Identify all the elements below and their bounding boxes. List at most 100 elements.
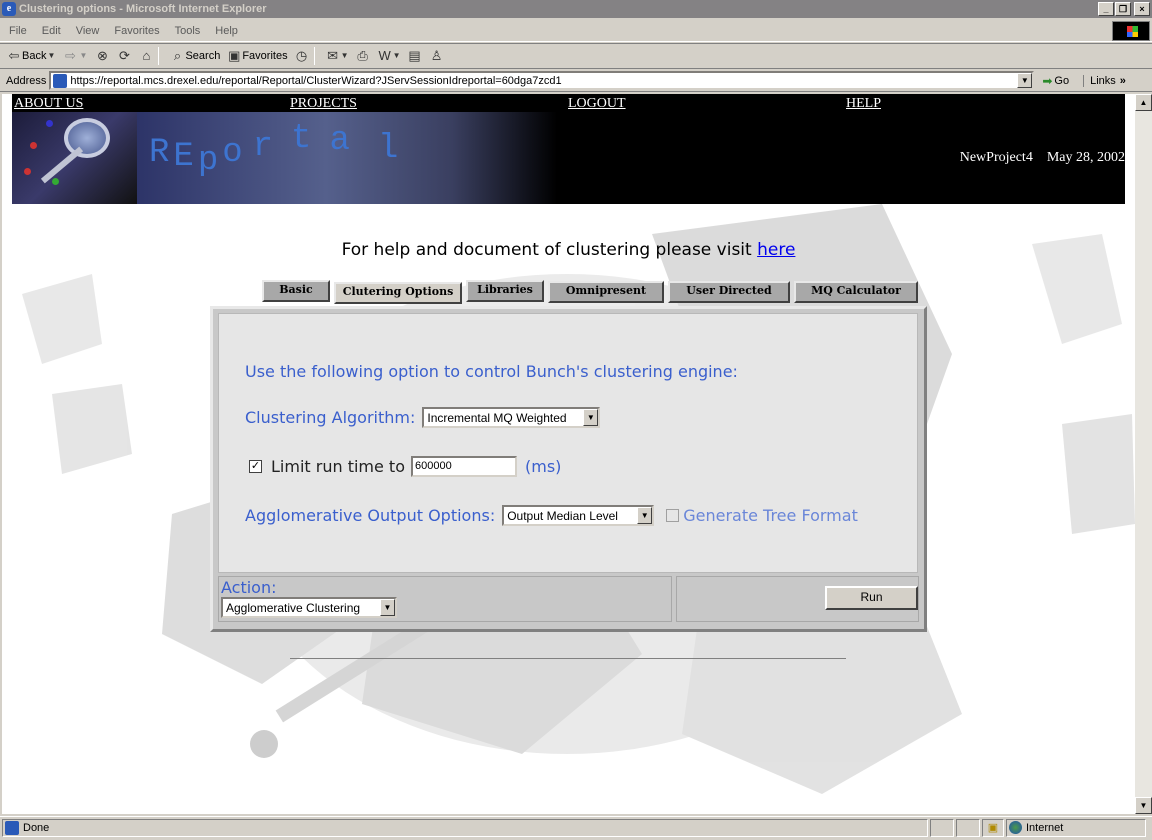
clustering-options-panel: Use the following option to control Bunc… [210, 306, 927, 632]
restore-button[interactable]: ❐ [1115, 2, 1131, 16]
history-button[interactable]: ◷ [294, 45, 310, 67]
status-cell-blank [930, 818, 954, 837]
help-text: For help and document of clustering plea… [341, 240, 758, 260]
messenger-button[interactable]: ♙ [429, 45, 445, 67]
chevron-down-icon[interactable]: ▼ [341, 48, 349, 64]
nav-logout[interactable]: LOGOUT [568, 96, 626, 112]
toolbar-separator [158, 47, 160, 65]
title-bar: e Clustering options - Microsoft Interne… [0, 0, 1152, 18]
action-label: Action: [221, 578, 277, 597]
close-button[interactable]: × [1134, 2, 1150, 16]
page-done-icon [5, 820, 19, 835]
menu-favorites[interactable]: Favorites [114, 25, 159, 37]
messenger-icon: ♙ [430, 48, 443, 63]
limit-checkbox[interactable]: ✓ [249, 460, 262, 473]
tab-user-directed[interactable]: User Directed [668, 281, 790, 303]
back-arrow-icon: ⇦ [8, 48, 20, 63]
vertical-scrollbar[interactable]: ▲ ▼ [1135, 94, 1152, 814]
home-button[interactable]: ⌂ [138, 45, 154, 67]
refresh-icon: ⟳ [119, 48, 130, 63]
home-icon: ⌂ [142, 48, 151, 63]
banner-title: REpo r t a l [149, 120, 403, 180]
chevron-down-icon[interactable]: ▼ [393, 48, 401, 64]
word-edit-icon: W [378, 48, 391, 63]
refresh-button[interactable]: ⟳ [116, 45, 132, 67]
stop-button[interactable]: ⊗ [94, 45, 110, 67]
nav-help[interactable]: HELP [846, 96, 881, 112]
chevron-down-icon[interactable]: ▼ [78, 48, 88, 64]
limit-row: ✓ Limit run time to 600000 (ms) [249, 456, 561, 477]
address-input[interactable]: https://reportal.mcs.drexel.edu/reportal… [49, 71, 1035, 90]
links-button[interactable]: Links [1083, 74, 1116, 87]
search-button[interactable]: ⌕ Search [169, 45, 221, 67]
chevron-down-icon[interactable]: ▼ [380, 599, 395, 616]
status-cell-blank [956, 818, 980, 837]
help-here-link[interactable]: here [757, 240, 795, 260]
algorithm-select[interactable]: Incremental MQ Weighted ▼ [422, 407, 601, 428]
windows-logo-icon [1112, 21, 1150, 41]
menu-edit[interactable]: Edit [42, 25, 61, 37]
favorites-folder-icon: ▣ [228, 48, 241, 63]
address-label: Address [6, 74, 47, 87]
limit-unit: (ms) [525, 457, 562, 476]
run-button[interactable]: Run [825, 586, 918, 610]
go-arrow-icon: ➡ [1042, 73, 1053, 88]
tab-libraries[interactable]: Libraries [466, 280, 544, 302]
menu-file[interactable]: File [9, 25, 27, 37]
address-url[interactable]: https://reportal.mcs.drexel.edu/reportal… [70, 75, 561, 87]
menu-tools[interactable]: Tools [175, 25, 201, 37]
tree-format-label: Generate Tree Format [683, 506, 858, 525]
search-label: Search [185, 50, 221, 62]
tab-clustering-options[interactable]: Clutering Options [334, 282, 462, 304]
project-info: NewProject4 May 28, 2002 [960, 150, 1125, 166]
toolbar-separator [313, 47, 315, 65]
mail-icon: ✉ [327, 48, 339, 63]
agglomerative-select[interactable]: Output Median Level ▼ [502, 505, 655, 526]
ie-icon: e [2, 2, 16, 16]
status-bar: Done ▣ Internet [0, 816, 1152, 838]
back-button[interactable]: ⇦ Back ▼ [6, 45, 56, 67]
forward-button[interactable]: ⇨ ▼ [62, 45, 88, 67]
window-title: Clustering options - Microsoft Internet … [19, 3, 267, 15]
algorithm-value: Incremental MQ Weighted [427, 410, 567, 425]
print-button[interactable]: ⎙ [355, 45, 371, 67]
action-box: Action: Agglomerative Clustering ▼ [218, 576, 672, 622]
favorites-label: Favorites [242, 50, 288, 62]
menu-help[interactable]: Help [215, 25, 238, 37]
nav-about-us[interactable]: ABOUT US [14, 96, 83, 112]
edit-button[interactable]: W ▼ [377, 45, 401, 67]
scroll-down-button[interactable]: ▼ [1135, 797, 1152, 814]
address-dropdown-button[interactable]: ▼ [1017, 73, 1033, 88]
tab-basic[interactable]: Basic [262, 280, 330, 302]
go-button[interactable]: ➡ Go [1042, 74, 1069, 88]
print-icon: ⎙ [357, 48, 368, 63]
menu-bar: File Edit View Favorites Tools Help [0, 20, 1152, 42]
limit-input[interactable]: 600000 [411, 456, 517, 477]
tab-omnipresent[interactable]: Omnipresent [548, 281, 664, 303]
options-area: Use the following option to control Bunc… [218, 313, 918, 573]
zone-cell: Internet [1006, 818, 1146, 837]
tab-mq-calculator[interactable]: MQ Calculator [794, 281, 918, 303]
agglomerative-value: Output Median Level [507, 508, 618, 523]
magnifier-logo [12, 112, 137, 204]
help-line: For help and document of clustering plea… [2, 240, 1135, 260]
action-select[interactable]: Agglomerative Clustering ▼ [221, 597, 397, 618]
chevron-right-icon[interactable]: » [1120, 75, 1126, 87]
agglomerative-label: Agglomerative Output Options: [245, 506, 496, 525]
chevron-down-icon[interactable]: ▼ [46, 48, 56, 64]
discuss-button[interactable]: ▤ [407, 45, 423, 67]
favorites-button[interactable]: ▣ Favorites [226, 45, 287, 67]
action-value: Agglomerative Clustering [226, 600, 361, 615]
menu-view[interactable]: View [76, 25, 100, 37]
minimize-button[interactable]: _ [1098, 2, 1114, 16]
chevron-down-icon[interactable]: ▼ [637, 507, 653, 524]
intro-text: Use the following option to control Bunc… [245, 362, 738, 381]
mail-button[interactable]: ✉ ▼ [325, 45, 349, 67]
agglomerative-row: Agglomerative Output Options: Output Med… [245, 505, 858, 526]
scroll-up-button[interactable]: ▲ [1135, 94, 1152, 111]
nav-projects[interactable]: PROJECTS [290, 96, 357, 112]
chevron-down-icon[interactable]: ▼ [583, 409, 599, 426]
tree-format-checkbox[interactable] [666, 509, 680, 522]
algorithm-row: Clustering Algorithm: Incremental MQ Wei… [245, 407, 601, 428]
lock-icon: ▣ [982, 818, 1004, 837]
